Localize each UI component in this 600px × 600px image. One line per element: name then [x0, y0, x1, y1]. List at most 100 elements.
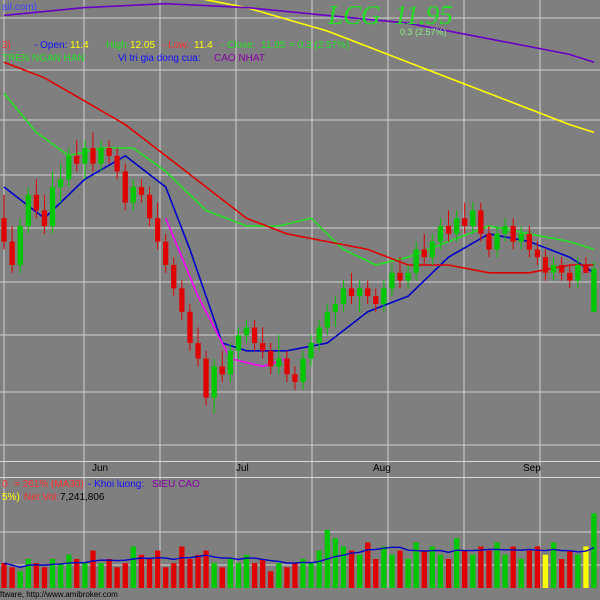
candle-body: [486, 233, 492, 250]
volume-bar: [421, 550, 427, 588]
candle-body: [276, 358, 282, 367]
candle-body: [74, 155, 80, 164]
volume-bar: [211, 563, 217, 588]
volume-bar: [518, 559, 524, 588]
candle-body: [445, 226, 452, 234]
volume-bar: [308, 563, 314, 588]
volume-left-value: 0: [2, 479, 8, 490]
volume-bar: [130, 546, 136, 588]
candle-body: [316, 327, 322, 343]
candle-body: [308, 343, 314, 359]
volume-bar: [567, 550, 573, 588]
candle-body: [211, 366, 217, 398]
candle-body: [90, 148, 96, 164]
candle-body: [348, 288, 355, 297]
candle-body: [49, 187, 56, 226]
candle-body: [437, 226, 444, 242]
volume-bar: [251, 563, 258, 588]
candle-body: [292, 374, 298, 382]
volume-bar: [316, 550, 322, 588]
volume-bar: [575, 554, 581, 588]
close-position-label: Vi tri gia dong cua:: [118, 53, 201, 64]
volume-bar: [235, 563, 242, 588]
volume-bar: [486, 550, 492, 588]
volume-bar: [1, 563, 7, 588]
candle-body: [413, 249, 419, 273]
candle-body: [534, 249, 541, 258]
price-axis-line: [0, 461, 600, 462]
candle-body: [284, 358, 290, 375]
volume-bar: [454, 538, 460, 588]
month-label-aug: Aug: [373, 463, 391, 474]
volume-bar: [219, 567, 225, 589]
volume-ratio: = 261% (MA30): [14, 479, 84, 490]
volume-bar: [357, 554, 363, 588]
candle-body: [591, 268, 597, 312]
candle-body: [163, 241, 169, 265]
candle-body: [470, 210, 476, 226]
month-label-jul: Jul: [236, 463, 249, 474]
candle-body: [227, 350, 233, 375]
volume-bar: [163, 567, 169, 589]
panel-divider: [0, 477, 600, 478]
volume-bar: [292, 563, 298, 588]
volume-bar: [462, 550, 468, 588]
volume-bar: [405, 559, 411, 588]
candle-body: [429, 241, 435, 258]
volume-value: SIEU CAO: [152, 479, 200, 490]
candle-body: [324, 311, 330, 328]
candle-body: [235, 335, 242, 351]
volume-bar: [437, 554, 444, 588]
candle-body: [454, 218, 460, 234]
volume-bar: [227, 559, 233, 588]
high-label: High:: [106, 40, 130, 51]
candle-body: [550, 265, 557, 273]
open-value: 11.4: [70, 40, 89, 51]
candle-body: [179, 288, 185, 312]
candle-body: [171, 265, 177, 289]
volume-bar: [510, 546, 516, 588]
candle-body: [219, 366, 225, 375]
volume-bar: [340, 546, 347, 588]
candle-body: [17, 226, 23, 265]
moving-average-line: [202, 0, 595, 134]
volume-bar: [260, 559, 266, 588]
low-value: 11.4: [194, 40, 213, 51]
volume-bar: [445, 559, 452, 588]
volume-bar: [534, 546, 541, 588]
volume-bar: [25, 559, 31, 588]
candle-body: [114, 155, 120, 172]
volume-bar: [542, 554, 549, 588]
candle-body: [502, 226, 508, 234]
candle-body: [251, 327, 258, 343]
ticker-price: 11.95: [394, 0, 453, 30]
volume-bar: [470, 554, 476, 588]
close-label: - Close:: [221, 40, 256, 51]
candle-body: [33, 194, 39, 211]
candle-body: [559, 265, 565, 273]
price-chart[interactable]: [0, 0, 600, 600]
volume-bar: [171, 563, 177, 588]
candle-body: [575, 265, 581, 281]
volume-bar: [397, 550, 403, 588]
month-label-jun: Jun: [92, 463, 109, 474]
ticker-change: 0.3 (2.57%): [400, 27, 447, 37]
candle-body: [66, 155, 72, 180]
candle-body: [25, 194, 31, 226]
candle-body: [518, 233, 524, 242]
candle-body: [542, 257, 549, 273]
candle-body: [187, 311, 193, 343]
candle-body: [203, 358, 209, 398]
volume-bar: [559, 559, 565, 588]
volume-bar: [82, 563, 88, 588]
candle-body: [397, 272, 403, 281]
candle-body: [340, 288, 347, 304]
candle-body: [381, 288, 387, 304]
volume-bar: [429, 546, 435, 588]
volume-bar: [389, 554, 395, 588]
volume-bar: [17, 571, 23, 588]
candle-body: [58, 179, 64, 187]
volume-bar: [373, 559, 379, 588]
volume-bar: [187, 559, 193, 588]
candle-body: [130, 187, 136, 203]
